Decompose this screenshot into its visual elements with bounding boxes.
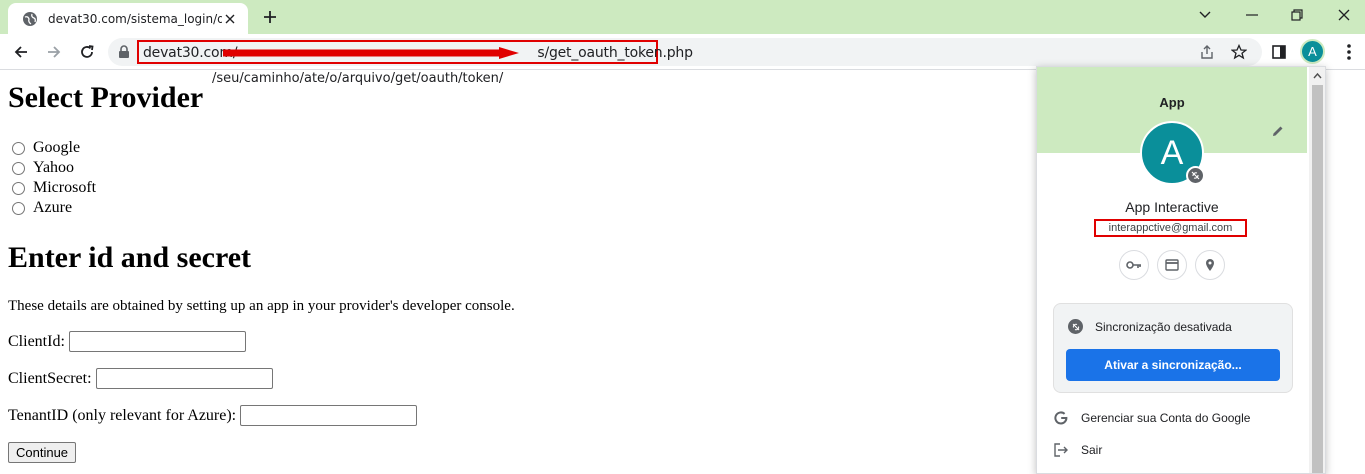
provider-label: Google [33,139,81,156]
tab-title: devat30.com/sistema_login/db/v [48,11,222,26]
close-window-icon[interactable] [1330,4,1358,26]
url-end: s/get_oauth_token.php [537,45,693,61]
tenant-id-input[interactable] [240,405,418,426]
globe-icon [22,11,38,27]
client-secret-input[interactable] [95,368,273,389]
scroll-up-arrow-icon[interactable] [1312,71,1323,81]
client-id-label: ClientId: [8,332,65,350]
provider-label: Azure [33,199,73,216]
profile-app-name: App [1159,95,1185,110]
profile-popup: App A App Interactive interappctive@gmai… [1036,66,1326,474]
profile-avatar-large-letter: A [1160,133,1184,172]
google-g-icon [1053,410,1069,426]
profile-user-name: App Interactive [1125,199,1219,215]
provider-option-yahoo[interactable]: Yahoo [12,159,74,177]
provider-option-microsoft[interactable]: Microsoft [12,179,96,197]
manage-account-label: Gerenciar sua Conta do Google [1081,411,1251,425]
continue-button[interactable]: Continue [8,442,77,463]
client-id-input[interactable] [68,331,246,352]
tab-search-icon[interactable] [1191,4,1219,26]
forward-icon[interactable] [42,40,66,64]
restore-icon[interactable] [1283,4,1311,26]
address-bar[interactable]: devat30.com/s/get_oauth_token.php [108,38,1262,66]
description-text: These details are obtained by setting up… [8,298,515,314]
sync-status-row: Sincronização desativada [1068,319,1232,334]
radio-button[interactable] [12,161,25,175]
radio-button[interactable] [12,181,25,195]
new-tab-button[interactable] [258,7,282,27]
manage-account-item[interactable]: Gerenciar sua Conta do Google [1053,410,1250,426]
radio-button[interactable] [12,201,25,215]
payment-card-icon[interactable] [1157,250,1187,280]
browser-tab[interactable]: devat30.com/sistema_login/db/v [8,3,248,34]
passwords-key-icon[interactable] [1119,250,1149,280]
path-annotation: /seu/caminho/ate/o/arquivo/get/oauth/tok… [212,71,504,86]
sync-status-text: Sincronização desativada [1095,319,1232,334]
edit-pencil-icon[interactable] [1271,124,1285,138]
tenant-id-row: TenantID (only relevant for Azure): [8,405,418,426]
redaction-arrow [223,47,519,59]
menu-dots-icon[interactable] [1340,42,1358,62]
profile-avatar-button[interactable]: A [1300,39,1325,64]
provider-label: Microsoft [33,179,97,196]
side-panel-icon[interactable] [1270,43,1288,61]
tenant-id-label: TenantID (only relevant for Azure): [8,406,237,424]
sync-off-badge-icon [1186,166,1205,185]
sync-panel: Sincronização desativada Ativar a sincro… [1053,303,1293,393]
sign-out-item[interactable]: Sair [1053,442,1102,458]
scrollbar-thumb[interactable] [1312,85,1323,473]
select-provider-heading: Select Provider [8,81,204,114]
email-highlight-box: interappctive@gmail.com [1094,219,1247,237]
credentials-heading: Enter id and secret [8,241,252,274]
bookmark-star-icon[interactable] [1230,44,1248,60]
provider-label: Yahoo [33,159,75,176]
sync-off-icon [1068,319,1083,334]
popup-scrollbar[interactable] [1309,67,1325,473]
client-secret-row: ClientSecret: [8,368,273,389]
sign-out-icon [1053,442,1069,458]
profile-email: interappctive@gmail.com [1108,222,1233,234]
profile-avatar-letter: A [1308,44,1317,59]
minimize-icon[interactable] [1238,4,1266,26]
reload-icon[interactable] [75,40,99,64]
provider-option-google[interactable]: Google [12,139,80,157]
client-id-row: ClientId: [8,331,246,352]
share-icon[interactable] [1198,44,1216,60]
client-secret-label: ClientSecret: [8,369,92,387]
location-pin-icon[interactable] [1195,250,1225,280]
provider-option-azure[interactable]: Azure [12,199,72,217]
url-highlight-box: devat30.com/s/get_oauth_token.php [137,40,693,64]
browser-toolbar: devat30.com/s/get_oauth_token.php A [0,34,1365,70]
lock-icon[interactable] [118,45,132,59]
back-icon[interactable] [9,40,33,64]
enable-sync-button[interactable]: Ativar a sincronização... [1066,349,1280,381]
close-tab-icon[interactable] [222,11,238,27]
tab-strip: devat30.com/sistema_login/db/v [0,0,1365,34]
sign-out-label: Sair [1081,443,1103,457]
radio-button[interactable] [12,141,25,155]
